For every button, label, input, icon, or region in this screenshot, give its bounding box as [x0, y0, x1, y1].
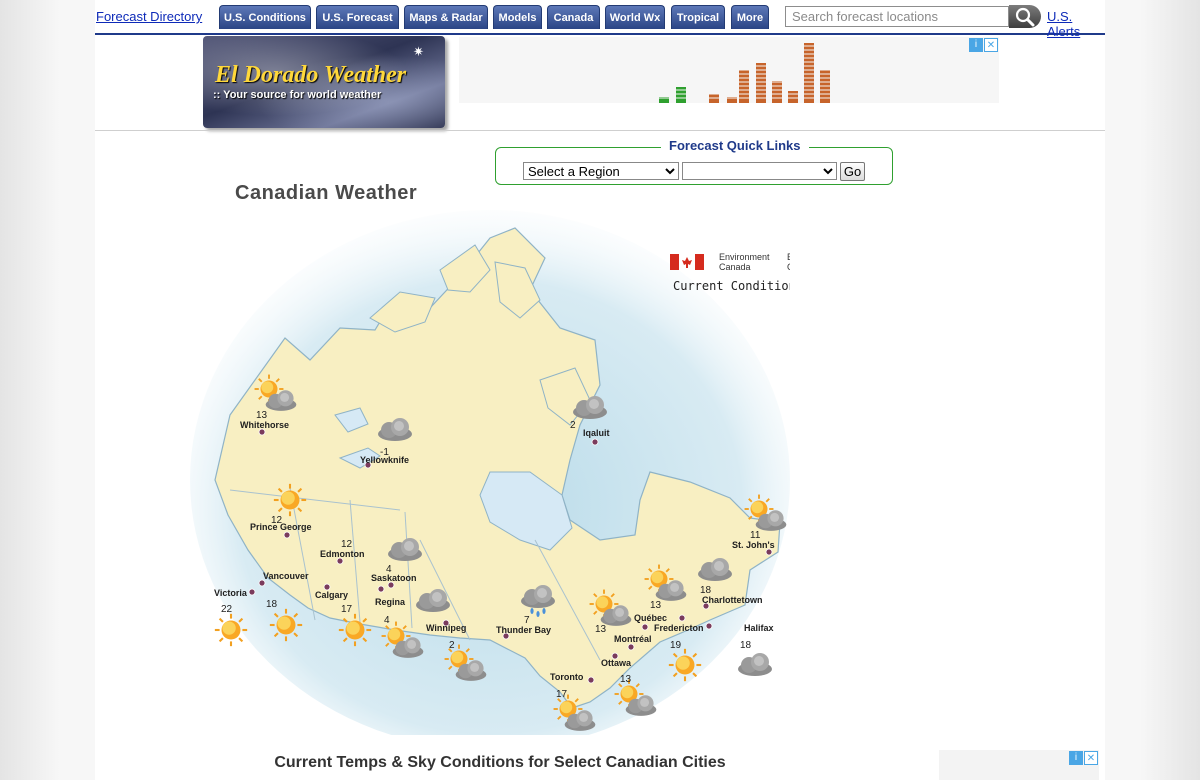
page-title: Canadian Weather: [235, 182, 418, 204]
city-label: Edmonton: [320, 549, 365, 559]
city-label: Iqaluit: [583, 428, 610, 438]
city-label: Ottawa: [601, 658, 632, 668]
city-dot[interactable]: [377, 585, 385, 593]
side-ad[interactable]: i ✕: [939, 750, 1099, 780]
city-temperature: 19: [670, 640, 682, 651]
city-label: Calgary: [315, 590, 348, 600]
city-temperature: 7: [524, 615, 530, 626]
tab-us-conditions[interactable]: U.S. Conditions: [219, 5, 311, 29]
section-heading: Current Temps & Sky Conditions for Selec…: [274, 754, 726, 771]
city-dot[interactable]: [283, 531, 291, 539]
rain-drop: [542, 608, 546, 614]
city-dot[interactable]: [641, 623, 649, 631]
city-temperature: 18: [700, 585, 712, 596]
ad-graphic: [659, 43, 831, 103]
city-label: Regina: [375, 597, 406, 607]
tab-more[interactable]: More: [731, 5, 769, 29]
city-temperature: 13: [256, 410, 268, 421]
city-temperature: 2: [570, 420, 576, 431]
tab-canada[interactable]: Canada: [547, 5, 600, 29]
ad-choices-badge[interactable]: i ✕: [1069, 751, 1098, 765]
canada-weather-map[interactable]: EnvironmentCanada EnvironnementCanada Cu…: [190, 210, 790, 735]
cloudy-icon: [738, 653, 772, 676]
city-temperature: 13: [620, 674, 632, 685]
top-navigation: Forecast Directory U.S. Conditions U.S. …: [95, 0, 1105, 39]
ad-choices-badge[interactable]: i ✕: [969, 38, 998, 52]
agency-logo: EnvironmentCanada EnvironnementCanada Cu…: [670, 252, 790, 293]
city-label: Victoria: [214, 588, 248, 598]
city-dot[interactable]: [591, 438, 599, 446]
tab-models[interactable]: Models: [493, 5, 542, 29]
city-temperature: 17: [341, 604, 353, 615]
page-container: Forecast Directory U.S. Conditions U.S. …: [95, 0, 1105, 780]
city-temperature: 12: [271, 515, 283, 526]
city-temperature: 2: [449, 640, 455, 651]
city-temperature: 18: [740, 640, 752, 651]
city-dot[interactable]: [705, 622, 713, 630]
tab-tropical[interactable]: Tropical: [671, 5, 725, 29]
city-label: Toronto: [550, 672, 584, 682]
search-icon: [1015, 7, 1035, 27]
city-temperature: 4: [386, 564, 392, 575]
city-label: St. John's: [732, 540, 775, 550]
city-label: Halifax: [744, 623, 774, 633]
agency-fr: EnvironnementCanada: [787, 252, 790, 272]
city-temperature: 4: [384, 615, 390, 626]
info-icon[interactable]: i: [969, 38, 983, 52]
agency-en: Environment Canada: [719, 252, 770, 272]
city-dot[interactable]: [678, 614, 686, 622]
city-dot[interactable]: [627, 643, 635, 651]
city-label: Montréal: [614, 634, 652, 644]
city-temperature: 17: [556, 689, 568, 700]
city-temperature: 13: [650, 600, 662, 611]
city-dot[interactable]: [248, 588, 256, 596]
city-label: Fredericton: [654, 623, 704, 633]
map-label: Current Conditions: [673, 279, 790, 293]
tab-world-wx[interactable]: World Wx: [605, 5, 665, 29]
city-label: Thunder Bay: [496, 625, 551, 635]
city-temperature: 18: [266, 599, 278, 610]
city-label: Charlottetown: [702, 595, 763, 605]
logo-subtitle: :: Your source for world weather: [213, 89, 382, 101]
city-temperature: 12: [341, 539, 353, 550]
city-label: Whitehorse: [240, 420, 289, 430]
city-temperature: 13: [595, 624, 607, 635]
tab-us-forecast[interactable]: U.S. Forecast: [316, 5, 399, 29]
region-select[interactable]: Select a Region: [523, 162, 679, 180]
rain-drop: [530, 608, 534, 614]
forecast-quick-links: Forecast Quick Links Select a Region Go: [495, 138, 893, 185]
banner-ad[interactable]: i ✕: [459, 37, 999, 103]
city-temperature: 11: [750, 530, 761, 541]
city-label: Québec: [634, 613, 667, 623]
go-button[interactable]: Go: [840, 162, 865, 181]
header-divider: [95, 130, 1105, 131]
city-temperature: -1: [380, 447, 389, 458]
close-icon[interactable]: ✕: [984, 38, 998, 52]
search-button[interactable]: [1009, 5, 1041, 28]
search-input[interactable]: [785, 6, 1009, 27]
logo-title: El Dorado Weather: [215, 62, 407, 88]
rain-drop: [536, 611, 540, 617]
city-label: Winnipeg: [426, 623, 466, 633]
quick-links-title: Forecast Quick Links: [661, 138, 809, 153]
city-dot[interactable]: [587, 676, 595, 684]
city-temperature: 22: [221, 604, 233, 615]
tab-maps-radar[interactable]: Maps & Radar: [404, 5, 488, 29]
city-label: Saskatoon: [371, 573, 417, 583]
sparkle-icon: ✷: [413, 44, 424, 59]
location-select[interactable]: [682, 162, 837, 180]
info-icon[interactable]: i: [1069, 751, 1083, 765]
city-label: Vancouver: [263, 571, 309, 581]
close-icon[interactable]: ✕: [1084, 751, 1098, 765]
us-alerts-link[interactable]: U.S. Alerts: [1047, 9, 1105, 39]
forecast-directory-link[interactable]: Forecast Directory: [96, 9, 202, 24]
site-logo[interactable]: ✷ El Dorado Weather :: Your source for w…: [203, 36, 445, 128]
